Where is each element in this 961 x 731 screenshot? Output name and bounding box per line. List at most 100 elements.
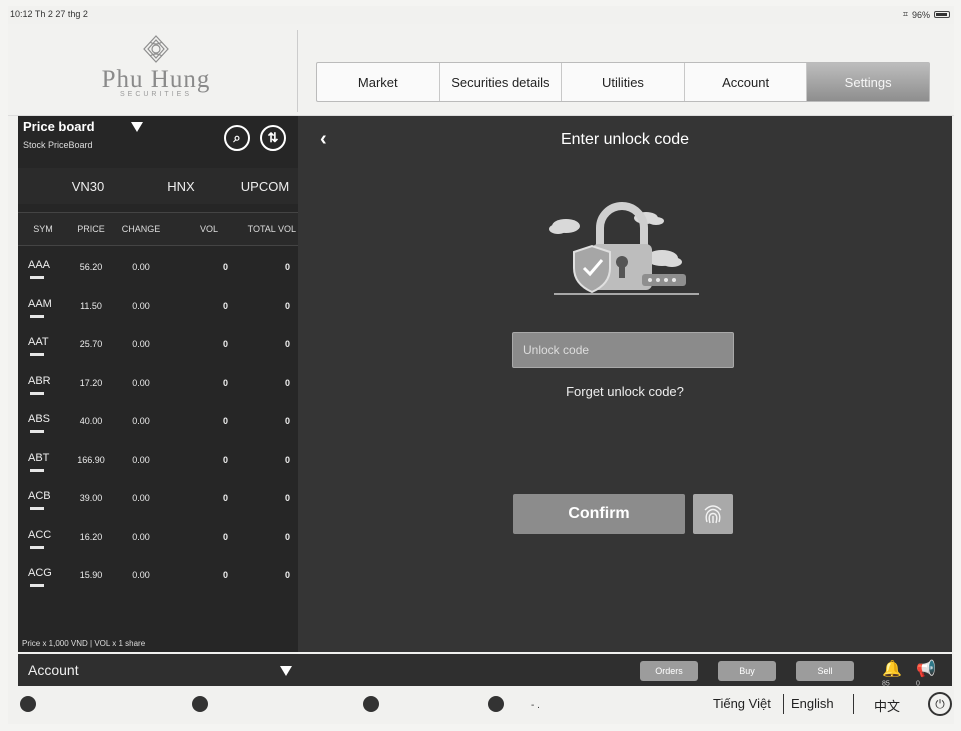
- tab-upcom[interactable]: UPCOM: [208, 179, 298, 194]
- account-bar: Account Orders Buy Sell 🔔85 📢0: [18, 654, 952, 688]
- status-time: 10:12 Th 2 27 thg 2: [10, 9, 88, 19]
- row-total-vol: 0: [284, 531, 290, 542]
- announce-count: 0: [916, 680, 920, 688]
- row-change: 0.00: [132, 454, 150, 465]
- row-price: 17.20: [79, 377, 103, 388]
- table-row[interactable]: ACG 15.90 0.00 0 0: [18, 558, 298, 587]
- row-total-vol: 0: [284, 377, 290, 388]
- status-bar: 10:12 Th 2 27 thg 2 ⌗ 96%: [8, 6, 954, 24]
- row-price: 16.20: [79, 531, 103, 542]
- notification-bell-icon[interactable]: 🔔85: [882, 659, 902, 688]
- table-row[interactable]: AAA 56.20 0.00 0 0: [18, 250, 298, 289]
- row-vol: 0: [222, 377, 228, 388]
- exchange-tabs: VN30 HNX UPCOM: [18, 168, 298, 204]
- col-total-vol[interactable]: TOTAL VOL: [218, 224, 298, 234]
- table-row[interactable]: AAM 11.50 0.00 0 0: [18, 289, 298, 328]
- price-board-subtitle: Stock PriceBoard: [23, 140, 93, 150]
- battery-percent: 96%: [911, 9, 930, 20]
- row-vol: 0: [222, 262, 228, 272]
- orders-button[interactable]: Orders: [640, 661, 698, 681]
- refresh-icon[interactable]: ⇅: [260, 125, 286, 151]
- col-change[interactable]: CHANGE: [114, 224, 168, 234]
- row-total-vol: 0: [284, 454, 290, 465]
- power-icon[interactable]: ⏻: [928, 692, 952, 716]
- row-symbol: AAT: [18, 327, 66, 356]
- table-row[interactable]: ACC 16.20 0.00 0 0: [18, 520, 298, 559]
- fingerprint-icon: [704, 505, 722, 524]
- row-total-vol: 0: [284, 570, 290, 580]
- table-row[interactable]: AAT 25.70 0.00 0 0: [18, 327, 298, 366]
- tab-settings[interactable]: Settings: [807, 63, 929, 101]
- padlock-shield-illustration: [549, 202, 699, 295]
- row-symbol: ABT: [18, 443, 66, 472]
- row-total-vol: 0: [284, 339, 290, 349]
- brand-logo: Phu Hung SECURITIES: [86, 34, 226, 104]
- table-row[interactable]: ABR 17.20 0.00 0 0: [18, 366, 298, 405]
- row-price: 15.90: [79, 570, 103, 580]
- table-row[interactable]: ACB 39.00 0.00 0 0: [18, 481, 298, 520]
- unlock-code-input[interactable]: Unlock code: [512, 332, 734, 368]
- row-symbol: ABS: [18, 404, 66, 433]
- price-board-title: Price board: [23, 119, 95, 134]
- row-price: 56.20: [79, 262, 103, 272]
- row-change: 0.00: [132, 300, 150, 311]
- row-vol: 0: [222, 531, 228, 542]
- row-price: 11.50: [80, 300, 102, 311]
- col-price[interactable]: PRICE: [68, 224, 114, 234]
- lang-vietnamese[interactable]: Tiếng Việt: [713, 696, 771, 711]
- row-vol: 0: [222, 416, 228, 426]
- price-table-body: AAA 56.20 0.00 0 0 AAM 11.50 0.00 0 0 AA…: [18, 250, 298, 587]
- tab-market[interactable]: Market: [317, 63, 440, 101]
- account-dropdown-icon[interactable]: [280, 666, 292, 676]
- price-board-footnote: Price x 1,000 VND | VOL x 1 share: [22, 639, 146, 648]
- row-price: 39.00: [79, 493, 103, 503]
- row-symbol: ACB: [18, 481, 66, 510]
- tab-account[interactable]: Account: [685, 63, 808, 101]
- lang-english[interactable]: English: [791, 696, 834, 711]
- fingerprint-button[interactable]: [693, 494, 733, 534]
- bottom-dots: - .: [531, 700, 540, 711]
- row-symbol: ACG: [18, 558, 66, 587]
- table-row[interactable]: ABS 40.00 0.00 0 0: [18, 404, 298, 443]
- tab-vn30[interactable]: VN30: [18, 179, 128, 194]
- account-label: Account: [28, 662, 79, 678]
- col-sym[interactable]: SYM: [18, 224, 68, 234]
- row-vol: 0: [222, 570, 228, 580]
- forget-unlock-code-link[interactable]: Forget unlock code?: [298, 384, 952, 399]
- tab-utilities[interactable]: Utilities: [562, 63, 685, 101]
- row-total-vol: 0: [284, 493, 290, 503]
- header-divider: [297, 30, 298, 112]
- bottom-bar: - . Tiếng Việt English 中文 ⏻: [8, 689, 954, 719]
- lang-divider: [783, 694, 784, 714]
- tab-hnx[interactable]: HNX: [128, 179, 208, 194]
- row-change: 0.00: [132, 531, 150, 542]
- row-price: 166.90: [77, 454, 105, 465]
- search-icon[interactable]: ⌕: [224, 125, 250, 151]
- tab-securities-details[interactable]: Securities details: [440, 63, 563, 101]
- status-right: ⌗ 96%: [903, 9, 950, 20]
- buy-button[interactable]: Buy: [718, 661, 776, 681]
- user-icon[interactable]: [20, 696, 36, 712]
- top-nav: Market Securities details Utilities Acco…: [316, 62, 930, 102]
- row-vol: 0: [222, 300, 228, 311]
- confirm-button[interactable]: Confirm: [513, 494, 685, 534]
- clock-icon[interactable]: [192, 696, 208, 712]
- price-board-dropdown-icon[interactable]: [131, 122, 143, 132]
- message-icon[interactable]: [488, 696, 504, 712]
- row-change: 0.00: [132, 339, 150, 349]
- sell-button[interactable]: Sell: [796, 661, 854, 681]
- row-symbol: ABR: [18, 366, 66, 395]
- table-row[interactable]: ABT 166.90 0.00 0 0: [18, 443, 298, 482]
- announcement-megaphone-icon[interactable]: 📢0: [916, 659, 936, 688]
- row-symbol: AAM: [18, 289, 66, 318]
- lang-chinese[interactable]: 中文: [874, 696, 900, 715]
- phone-icon[interactable]: [363, 696, 379, 712]
- row-change: 0.00: [132, 377, 150, 388]
- col-vol[interactable]: VOL: [168, 224, 218, 234]
- row-change: 0.00: [132, 262, 150, 272]
- row-total-vol: 0: [284, 300, 290, 311]
- row-total-vol: 0: [284, 416, 290, 426]
- unlock-panel: ‹ Enter unlock code Unlock code Forget u…: [298, 116, 952, 652]
- row-vol: 0: [222, 454, 228, 465]
- row-price: 40.00: [79, 416, 103, 426]
